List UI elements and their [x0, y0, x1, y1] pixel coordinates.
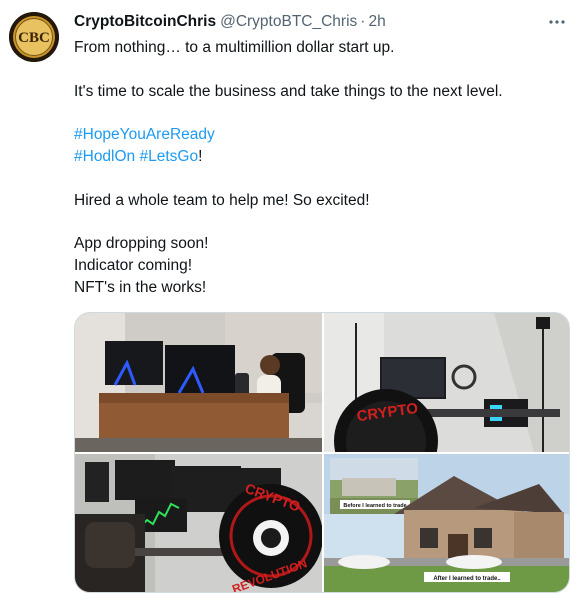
avatar-logo-text: CBC [18, 30, 50, 46]
studio-setup-photo-icon: CRYPTO [324, 313, 569, 452]
tweet-line: From nothing… to a multimillion dollar s… [74, 39, 395, 56]
more-options-button[interactable] [545, 10, 569, 34]
after-caption: After I learned to trade.. [433, 576, 501, 582]
house-comparison-photo-icon: Before I learned to trade After I learne… [324, 454, 569, 592]
hashtag-link[interactable]: #HodlOn [74, 148, 135, 165]
office-desk-photo-icon [75, 313, 322, 452]
media-grid: CRYPTO CRYPTO REVOLUTION Before I learne… [74, 312, 570, 593]
trading-station-photo-icon: CRYPTO REVOLUTION [75, 454, 322, 592]
media-image-4[interactable]: Before I learned to trade After I learne… [324, 454, 569, 592]
tweet[interactable]: CBC CryptoBitcoinChris @CryptoBTC_Chris … [0, 0, 577, 605]
display-name[interactable]: CryptoBitcoinChris [74, 13, 216, 31]
timestamp[interactable]: 2h [368, 13, 385, 31]
media-image-2[interactable]: CRYPTO [324, 313, 569, 452]
tweet-header: CryptoBitcoinChris @CryptoBTC_Chris · 2h [74, 13, 386, 33]
tweet-line: App dropping soon! [74, 235, 209, 253]
hashtag-link[interactable]: #HopeYouAreReady [74, 126, 215, 143]
user-handle[interactable]: @CryptoBTC_Chris [220, 13, 357, 31]
tweet-line: Indicator coming! [74, 256, 193, 274]
media-image-3[interactable]: CRYPTO REVOLUTION [75, 454, 322, 592]
tweet-text: From nothing… to a multimillion dollar s… [74, 37, 564, 299]
tweet-line: Hired a whole team to help me! So excite… [74, 191, 370, 209]
avatar-logo-icon: CBC [9, 12, 59, 62]
avatar[interactable]: CBC [9, 12, 59, 62]
exclamation-text: ! [198, 147, 203, 165]
media-image-1[interactable] [75, 313, 322, 452]
tweet-line: NFT's in the works! [74, 278, 207, 296]
hashtag-link[interactable]: #LetsGo [140, 148, 199, 165]
tweet-line: It's time to scale the business and take… [74, 82, 503, 100]
separator-dot: · [360, 13, 366, 30]
before-caption: Before I learned to trade [343, 503, 406, 509]
more-horizontal-icon [549, 20, 565, 24]
